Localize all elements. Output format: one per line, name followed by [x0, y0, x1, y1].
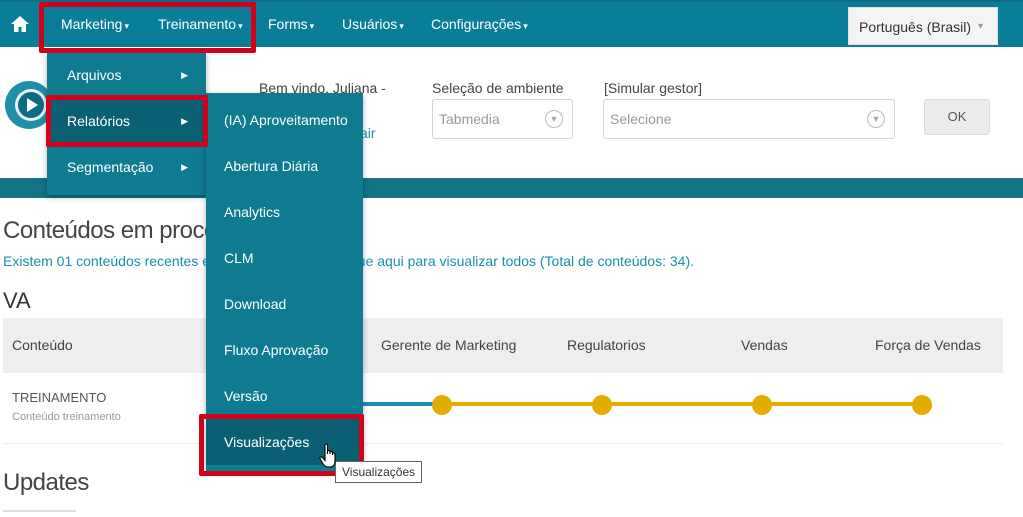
stage-dot-regulatorios[interactable]	[592, 395, 612, 415]
menu-item-arquivos-label: Arquivos	[67, 67, 122, 83]
nav-usuarios[interactable]: Usuários ▾	[342, 2, 404, 47]
manager-placeholder: Selecione	[610, 111, 672, 127]
submenu-item-analytics[interactable]: Analytics	[206, 189, 363, 235]
environment-label: Seleção de ambiente	[432, 80, 564, 96]
th-vendas: Vendas	[741, 337, 788, 353]
recent-contents-info: Existem 01 conteúdos recentes em	[3, 253, 222, 269]
th-forca-vendas: Força de Vendas	[875, 337, 981, 353]
chevron-right-icon: ▶	[181, 162, 188, 172]
ok-button[interactable]: OK	[924, 99, 990, 135]
nav-forms[interactable]: Forms ▾	[268, 2, 314, 47]
updates-title: Updates	[3, 469, 89, 496]
progress-track-pending	[442, 402, 922, 406]
language-value: Português (Brasil)	[859, 19, 972, 35]
th-gerente-marketing: Gerente de Marketing	[381, 337, 517, 353]
stage-dot-forca-vendas[interactable]	[912, 395, 932, 415]
stage-dot-vendas[interactable]	[752, 395, 772, 415]
th-regulatorios: Regulatorios	[567, 337, 646, 353]
section-title: Conteúdos em process	[3, 217, 240, 244]
menu-item-arquivos[interactable]: Arquivos ▶	[47, 52, 206, 98]
va-title: VA	[3, 288, 31, 313]
view-all-link[interactable]: que aqui para visualizar todos (Total de…	[350, 253, 694, 269]
nav-usuarios-label: Usuários	[342, 16, 398, 32]
environment-select[interactable]: Tabmedia ▼	[432, 99, 573, 139]
chevron-down-icon: ▼	[545, 110, 563, 128]
caret-down-icon: ▾	[399, 21, 404, 31]
stage-dot-gerente-marketing[interactable]	[432, 395, 452, 415]
manager-label: [Simular gestor]	[604, 80, 703, 96]
caret-down-icon: ▾	[523, 21, 528, 31]
nav-configuracoes[interactable]: Configurações ▾	[431, 2, 528, 47]
submenu-item-abertura-diaria[interactable]: Abertura Diária	[206, 143, 363, 189]
chevron-down-icon: ▼	[867, 110, 885, 128]
nav-forms-label: Forms	[268, 16, 308, 32]
table-header: Conteúdo Gerente de Marketing Regulatori…	[3, 318, 1003, 373]
th-conteudo: Conteúdo	[12, 337, 73, 353]
submenu-item-versao[interactable]: Versão	[206, 373, 363, 419]
tooltip: Visualizações	[335, 461, 422, 483]
menu-item-segmentacao[interactable]: Segmentação ▶	[47, 144, 206, 190]
hand-cursor-icon	[319, 443, 336, 468]
caret-down-icon: ▾	[309, 21, 315, 31]
row-divider	[3, 443, 1003, 444]
content-title: TREINAMENTO	[12, 390, 107, 405]
content-subtitle: Conteúdo treinamento	[12, 411, 121, 423]
environment-value: Tabmedia	[439, 111, 500, 127]
submenu-item-fluxo-aprovacao[interactable]: Fluxo Aprovação	[206, 327, 363, 373]
info-text-left: Existem 01 conteúdos recentes em	[3, 253, 222, 269]
highlight-box-top-menu	[39, 2, 256, 53]
menu-item-segmentacao-label: Segmentação	[67, 159, 154, 175]
caret-down-icon: ▾	[977, 21, 983, 32]
updates-underline	[3, 510, 76, 512]
submenu-item-download[interactable]: Download	[206, 281, 363, 327]
manager-select[interactable]: Selecione ▼	[603, 99, 895, 139]
chevron-right-icon: ▶	[181, 70, 188, 80]
home-icon[interactable]	[10, 14, 30, 34]
highlight-box-relatorios	[46, 95, 208, 147]
nav-configuracoes-label: Configurações	[431, 16, 522, 32]
submenu-item-ia-aproveitamento[interactable]: (IA) Aproveitamento	[206, 97, 363, 143]
language-select[interactable]: Português (Brasil) ▾	[848, 7, 998, 45]
submenu-item-clm[interactable]: CLM	[206, 235, 363, 281]
progress-track-done	[360, 402, 442, 406]
